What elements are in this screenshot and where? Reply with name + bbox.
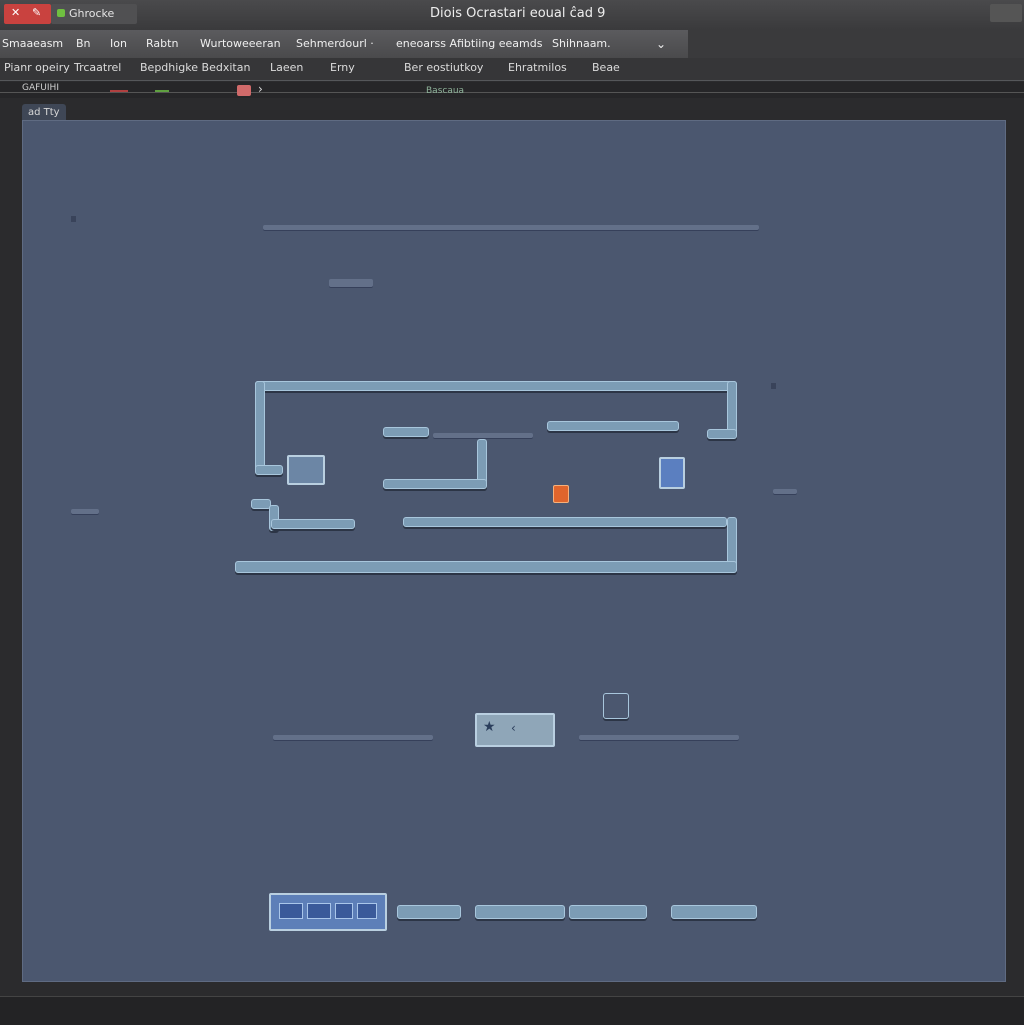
- menu-bar-filler: [688, 30, 1024, 58]
- chevron-down-icon[interactable]: ⌄: [656, 37, 666, 51]
- toolbar-item-2[interactable]: Trcaatrel: [74, 61, 121, 74]
- crate-outline: [603, 693, 629, 719]
- ruler-line: [0, 92, 1024, 93]
- platform-right: [579, 735, 739, 740]
- close-icon: ✕: [11, 6, 21, 19]
- hud-bar-4: [671, 905, 757, 919]
- wall-left: [255, 381, 265, 475]
- file-status-icon: [57, 9, 65, 17]
- inner-wall-1: [383, 427, 429, 437]
- pin-icon: ✎: [32, 6, 42, 19]
- toolbar-item-3[interactable]: Bepdhigke Bedxitan: [140, 61, 250, 74]
- toolbar-item-4[interactable]: Laeen: [270, 61, 303, 74]
- hud-bar-2: [475, 905, 565, 919]
- debris: [71, 216, 76, 222]
- star-icon: ★: [483, 719, 496, 735]
- menu-item-3[interactable]: Ion: [110, 37, 127, 50]
- toolbar-item-1[interactable]: Pianr opeiry: [4, 61, 70, 74]
- debris: [771, 383, 776, 389]
- ledge-top: [263, 225, 759, 230]
- inner-wall-4: [383, 479, 487, 489]
- inventory-slot-3[interactable]: [335, 903, 353, 919]
- floor-wall: [235, 561, 737, 573]
- lower-wall-2: [403, 517, 727, 527]
- floating-block: [329, 279, 373, 287]
- ruler-center-label: Bascaua: [426, 86, 465, 96]
- window-title: Diois Ocrastari eoual ĉad 9: [430, 6, 606, 21]
- inner-wall-2: [547, 421, 679, 431]
- toolbar-item-6[interactable]: Ber eostiutkoy: [404, 61, 483, 74]
- back-arrow-icon: ‹: [511, 721, 516, 735]
- platform-left: [273, 735, 433, 740]
- ruler: [0, 82, 1024, 98]
- window-control-button[interactable]: [990, 4, 1022, 22]
- menu-item-1[interactable]: Smaaeasm: [2, 37, 63, 50]
- inventory-bar[interactable]: [269, 893, 387, 931]
- toolbar-item-7[interactable]: Ehratmilos: [508, 61, 567, 74]
- title-bar: ✕ ✎ Ghrocke Diois Ocrastari eoual ĉad 9: [0, 0, 1024, 30]
- status-bar: [0, 996, 1024, 1025]
- left-marker: [71, 509, 99, 514]
- toolbar-item-5[interactable]: Erny: [330, 61, 355, 74]
- active-tab[interactable]: Ghrocke: [51, 4, 137, 24]
- wall-top: [255, 381, 737, 391]
- level-canvas[interactable]: ★ ‹: [22, 120, 1006, 982]
- door-tile[interactable]: [287, 455, 325, 485]
- lower-wall-1: [271, 519, 355, 529]
- menu-item-8[interactable]: Shihnaam.: [552, 37, 611, 50]
- menu-item-2[interactable]: Bn: [76, 37, 91, 50]
- close-tab-button[interactable]: ✕ ✎: [4, 4, 51, 24]
- menu-item-5[interactable]: Wurtoweeeran: [200, 37, 281, 50]
- star-panel[interactable]: ★ ‹: [475, 713, 555, 747]
- toolbar-item-8[interactable]: Beae: [592, 61, 620, 74]
- lower-wall-left: [251, 499, 271, 509]
- hud-bar-1: [397, 905, 461, 919]
- bookmark-icon[interactable]: [237, 85, 251, 96]
- chevron-right-icon[interactable]: ›: [258, 82, 263, 96]
- inner-dash: [433, 433, 533, 438]
- inventory-slot-2[interactable]: [307, 903, 331, 919]
- inventory-slot-4[interactable]: [357, 903, 377, 919]
- ruler-marker-red: [110, 90, 128, 92]
- menu-item-6[interactable]: Sehmerdourl ·: [296, 37, 374, 50]
- right-marker: [773, 489, 797, 494]
- wall-right-foot: [707, 429, 737, 439]
- menu-item-4[interactable]: Rabtn: [146, 37, 178, 50]
- player-sprite[interactable]: [553, 485, 569, 503]
- ruler-left-label: GAFUIHI: [22, 83, 59, 93]
- inventory-slot-1[interactable]: [279, 903, 303, 919]
- ruler-marker-green: [155, 90, 169, 92]
- menu-item-7[interactable]: eneoarss Afibtiing eeamds: [396, 37, 542, 50]
- active-tab-label: Ghrocke: [69, 7, 115, 20]
- hud-bar-3: [569, 905, 647, 919]
- wall-left-foot: [255, 465, 283, 475]
- key-tile[interactable]: [659, 457, 685, 489]
